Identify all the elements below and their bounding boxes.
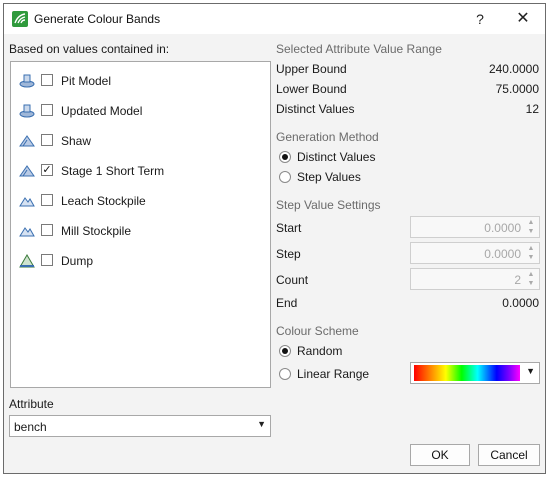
distinct-values-value: 12 bbox=[525, 102, 539, 116]
list-item-label: Mill Stockpile bbox=[61, 224, 132, 238]
colour-scheme-heading: Colour Scheme bbox=[276, 324, 359, 338]
start-spinbox[interactable]: 0.0000 ▲ ▼ bbox=[410, 216, 540, 238]
end-label: End bbox=[276, 296, 298, 310]
stockpile-icon bbox=[19, 193, 35, 209]
stage-1-short-term-checkbox[interactable]: ✓ bbox=[41, 164, 53, 176]
stockpile-icon bbox=[19, 223, 35, 239]
title-bar: Generate Colour Bands ? ✕ bbox=[4, 4, 545, 34]
ok-button[interactable]: OK bbox=[410, 444, 470, 466]
list-item-label: Updated Model bbox=[61, 104, 143, 118]
dump-checkbox[interactable] bbox=[41, 254, 53, 266]
spin-down-icon[interactable]: ▼ bbox=[526, 228, 536, 236]
count-spinbox[interactable]: 2 ▲ ▼ bbox=[410, 268, 540, 290]
block-model-icon bbox=[19, 103, 35, 119]
step-values-radio[interactable] bbox=[279, 171, 291, 183]
updated-model-checkbox[interactable] bbox=[41, 104, 53, 116]
colour-ramp-dropdown[interactable]: ▼ bbox=[410, 362, 540, 384]
distinct-values-radio-label: Distinct Values bbox=[297, 150, 376, 164]
count-value: 2 bbox=[514, 273, 521, 287]
step-label: Step bbox=[276, 247, 301, 261]
close-button[interactable]: ✕ bbox=[509, 8, 537, 30]
chevron-down-icon: ▼ bbox=[257, 419, 266, 429]
pit-design-icon bbox=[19, 163, 35, 179]
start-label: Start bbox=[276, 221, 302, 235]
distinct-values-radio[interactable] bbox=[279, 151, 291, 163]
generate-colour-bands-dialog: Generate Colour Bands ? ✕ Based on value… bbox=[3, 3, 546, 474]
list-item-dump[interactable]: Dump bbox=[11, 249, 270, 273]
pit-model-checkbox[interactable] bbox=[41, 74, 53, 86]
range-heading: Selected Attribute Value Range bbox=[276, 42, 442, 56]
attribute-label: Attribute bbox=[9, 397, 54, 411]
spin-down-icon[interactable]: ▼ bbox=[526, 280, 536, 288]
list-item-label: Dump bbox=[61, 254, 94, 268]
generation-method-heading: Generation Method bbox=[276, 130, 379, 144]
attribute-dropdown[interactable]: bench ▼ bbox=[9, 415, 271, 437]
lower-bound-label: Lower Bound bbox=[276, 82, 347, 96]
step-settings-heading: Step Value Settings bbox=[276, 198, 381, 212]
start-value: 0.0000 bbox=[484, 221, 521, 235]
cancel-button[interactable]: Cancel bbox=[478, 444, 540, 466]
list-item-mill-stockpile[interactable]: Mill Stockpile bbox=[11, 219, 270, 243]
list-item-label: Stage 1 Short Term bbox=[61, 164, 165, 178]
list-item-shaw[interactable]: Shaw bbox=[11, 129, 270, 153]
list-item-stage-1-short-term[interactable]: ✓ Stage 1 Short Term bbox=[11, 159, 270, 183]
spin-down-icon[interactable]: ▼ bbox=[526, 254, 536, 262]
spin-up-icon[interactable]: ▲ bbox=[526, 245, 536, 253]
app-icon bbox=[12, 11, 28, 27]
dump-icon bbox=[19, 253, 35, 269]
lower-bound-value: 75.0000 bbox=[495, 82, 539, 96]
linear-range-radio-label: Linear Range bbox=[297, 367, 370, 381]
distinct-values-label: Distinct Values bbox=[276, 102, 355, 116]
list-item-updated-model[interactable]: Updated Model bbox=[11, 99, 270, 123]
list-item-leach-stockpile[interactable]: Leach Stockpile bbox=[11, 189, 270, 213]
list-item-label: Leach Stockpile bbox=[61, 194, 146, 208]
based-on-label: Based on values contained in: bbox=[9, 42, 170, 56]
spin-up-icon[interactable]: ▲ bbox=[526, 219, 536, 227]
random-radio-label: Random bbox=[297, 344, 343, 358]
spin-up-icon[interactable]: ▲ bbox=[526, 271, 536, 279]
step-spinbox[interactable]: 0.0000 ▲ ▼ bbox=[410, 242, 540, 264]
list-item-label: Pit Model bbox=[61, 74, 112, 88]
upper-bound-value: 240.0000 bbox=[488, 62, 539, 76]
block-model-icon bbox=[19, 73, 35, 89]
mill-stockpile-checkbox[interactable] bbox=[41, 224, 53, 236]
count-label: Count bbox=[276, 273, 309, 287]
shaw-checkbox[interactable] bbox=[41, 134, 53, 146]
end-value: 0.0000 bbox=[502, 296, 539, 310]
upper-bound-label: Upper Bound bbox=[276, 62, 347, 76]
attribute-value: bench bbox=[14, 420, 47, 434]
list-item-pit-model[interactable]: Pit Model bbox=[11, 69, 270, 93]
source-list: Pit Model Updated Model Shaw ✓ Stage 1 S… bbox=[10, 61, 271, 388]
help-button[interactable]: ? bbox=[466, 8, 494, 30]
linear-range-radio[interactable] bbox=[279, 368, 291, 380]
random-radio[interactable] bbox=[279, 345, 291, 357]
window-title: Generate Colour Bands bbox=[34, 12, 161, 26]
leach-stockpile-checkbox[interactable] bbox=[41, 194, 53, 206]
step-values-radio-label: Step Values bbox=[297, 170, 361, 184]
chevron-down-icon: ▼ bbox=[526, 366, 535, 376]
pit-design-icon bbox=[19, 133, 35, 149]
colour-ramp-preview bbox=[414, 365, 520, 381]
step-value: 0.0000 bbox=[484, 247, 521, 261]
list-item-label: Shaw bbox=[61, 134, 92, 148]
